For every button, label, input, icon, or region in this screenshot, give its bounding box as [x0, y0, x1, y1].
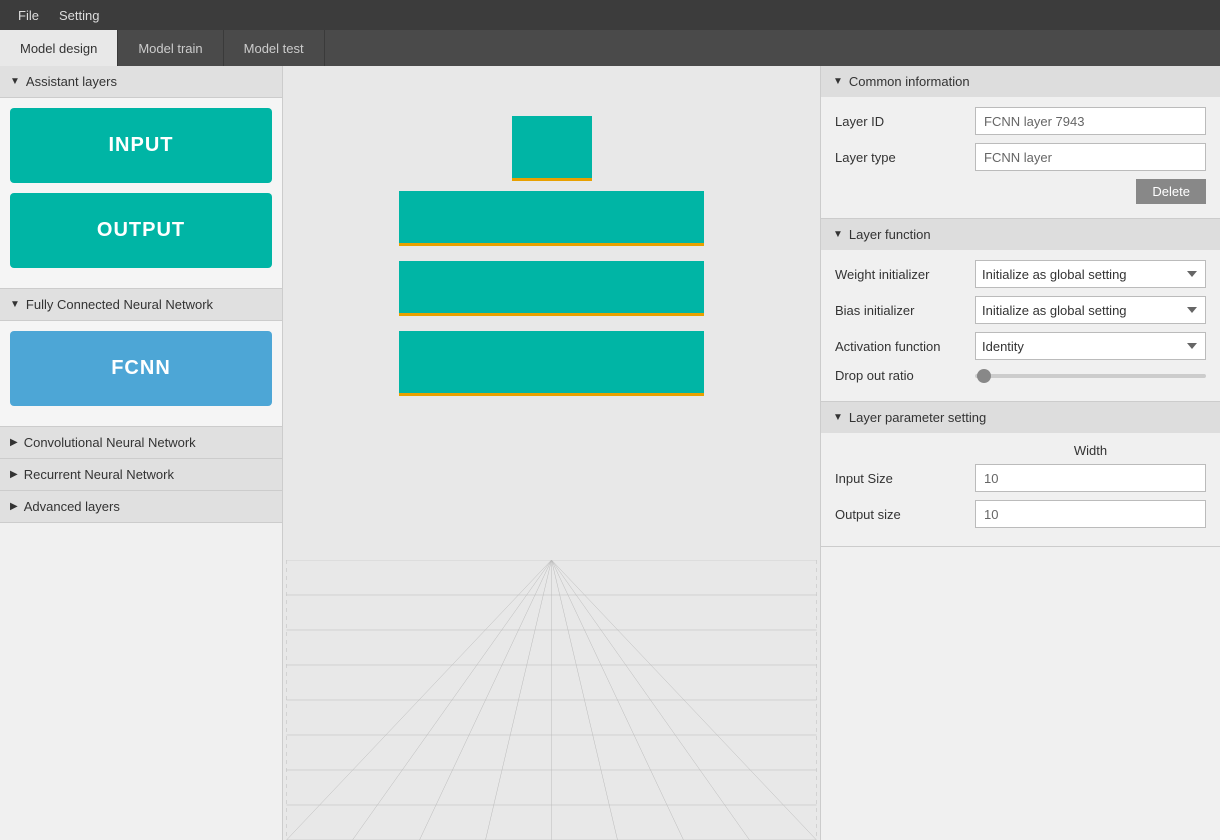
- input-size-label: Input Size: [835, 471, 975, 486]
- nn-medium-layer[interactable]: [399, 191, 704, 246]
- fcnn-section: ▼ Fully Connected Neural Network FCNN: [0, 289, 282, 427]
- common-info-content: Layer ID Layer type Delete: [821, 97, 1220, 218]
- assistant-layers-content: INPUT OUTPUT: [0, 98, 282, 288]
- assistant-layers-label: Assistant layers: [26, 74, 117, 89]
- activation-row: Activation function Identity: [835, 332, 1206, 360]
- fcnn-header[interactable]: ▼ Fully Connected Neural Network: [0, 289, 282, 321]
- dropout-label: Drop out ratio: [835, 368, 975, 383]
- advanced-arrow: ▶: [10, 501, 18, 512]
- layer-param-section: ▼ Layer parameter setting Width Input Si…: [821, 402, 1220, 547]
- layer-type-input[interactable]: [975, 143, 1206, 171]
- common-info-arrow: ▼: [833, 76, 843, 87]
- bias-init-label: Bias initializer: [835, 303, 975, 318]
- fcnn-layer-block[interactable]: FCNN: [10, 331, 272, 406]
- right-panel: ▼ Common information Layer ID Layer type…: [820, 66, 1220, 840]
- input-layer-block[interactable]: INPUT: [10, 108, 272, 183]
- layer-type-row: Layer type: [835, 143, 1206, 171]
- dropout-slider-thumb[interactable]: [977, 369, 991, 383]
- bias-init-select[interactable]: Initialize as global setting: [975, 296, 1206, 324]
- fcnn-content: FCNN: [0, 321, 282, 426]
- output-layer-block[interactable]: OUTPUT: [10, 193, 272, 268]
- assistant-layers-arrow: ▼: [10, 76, 20, 87]
- main-layout: ▼ Assistant layers INPUT OUTPUT ▼ Fully …: [0, 66, 1220, 840]
- advanced-label: Advanced layers: [24, 499, 120, 514]
- layer-param-label: Layer parameter setting: [849, 410, 986, 425]
- menu-bar: File Setting: [0, 0, 1220, 30]
- input-size-input[interactable]: [975, 464, 1206, 492]
- layer-function-label: Layer function: [849, 227, 931, 242]
- menu-setting[interactable]: Setting: [49, 4, 109, 27]
- common-info-header[interactable]: ▼ Common information: [821, 66, 1220, 97]
- delete-button[interactable]: Delete: [1136, 179, 1206, 204]
- layer-id-row: Layer ID: [835, 107, 1206, 135]
- cnn-arrow: ▶: [10, 437, 18, 448]
- cnn-label: Convolutional Neural Network: [24, 435, 196, 450]
- sidebar: ▼ Assistant layers INPUT OUTPUT ▼ Fully …: [0, 66, 283, 840]
- tab-model-train[interactable]: Model train: [118, 30, 223, 66]
- fcnn-arrow: ▼: [10, 299, 20, 310]
- layer-param-content: Width Input Size Output size: [821, 433, 1220, 546]
- layer-param-header[interactable]: ▼ Layer parameter setting: [821, 402, 1220, 433]
- layer-type-label: Layer type: [835, 150, 975, 165]
- nn-small-layer[interactable]: [512, 116, 592, 181]
- width-label: Width: [975, 443, 1206, 458]
- dropout-slider-track[interactable]: [975, 374, 1206, 378]
- fcnn-label: Fully Connected Neural Network: [26, 297, 213, 312]
- weight-init-row: Weight initializer Initialize as global …: [835, 260, 1206, 288]
- output-size-row: Output size: [835, 500, 1206, 528]
- assistant-layers-header[interactable]: ▼ Assistant layers: [0, 66, 282, 98]
- layer-function-arrow: ▼: [833, 229, 843, 240]
- rnn-section: ▶ Recurrent Neural Network: [0, 459, 282, 491]
- activation-select[interactable]: Identity: [975, 332, 1206, 360]
- nn-medium2-layer[interactable]: [399, 261, 704, 316]
- tab-model-test[interactable]: Model test: [224, 30, 325, 66]
- rnn-header[interactable]: ▶ Recurrent Neural Network: [0, 459, 282, 490]
- bias-init-row: Bias initializer Initialize as global se…: [835, 296, 1206, 324]
- menu-file[interactable]: File: [8, 4, 49, 27]
- weight-init-select[interactable]: Initialize as global setting: [975, 260, 1206, 288]
- nn-large-layer[interactable]: [399, 331, 704, 396]
- grid-canvas: [283, 560, 820, 840]
- layer-param-arrow: ▼: [833, 412, 843, 423]
- output-size-label: Output size: [835, 507, 975, 522]
- cnn-header[interactable]: ▶ Convolutional Neural Network: [0, 427, 282, 458]
- common-info-label: Common information: [849, 74, 970, 89]
- layer-id-input[interactable]: [975, 107, 1206, 135]
- tab-bar: Model design Model train Model test: [0, 30, 1220, 66]
- width-label-row: Width: [835, 443, 1206, 458]
- input-size-row: Input Size: [835, 464, 1206, 492]
- cnn-section: ▶ Convolutional Neural Network: [0, 427, 282, 459]
- layer-function-content: Weight initializer Initialize as global …: [821, 250, 1220, 401]
- advanced-header[interactable]: ▶ Advanced layers: [0, 491, 282, 522]
- output-size-input[interactable]: [975, 500, 1206, 528]
- grid-svg: [283, 560, 820, 840]
- advanced-section: ▶ Advanced layers: [0, 491, 282, 523]
- tab-model-design[interactable]: Model design: [0, 30, 118, 66]
- nn-layers-container: [283, 116, 820, 396]
- dropout-row: Drop out ratio: [835, 368, 1206, 383]
- common-info-section: ▼ Common information Layer ID Layer type…: [821, 66, 1220, 219]
- layer-function-header[interactable]: ▼ Layer function: [821, 219, 1220, 250]
- canvas-area[interactable]: [283, 66, 820, 840]
- layer-function-section: ▼ Layer function Weight initializer Init…: [821, 219, 1220, 402]
- rnn-arrow: ▶: [10, 469, 18, 480]
- layer-id-label: Layer ID: [835, 114, 975, 129]
- weight-init-label: Weight initializer: [835, 267, 975, 282]
- assistant-layers-section: ▼ Assistant layers INPUT OUTPUT: [0, 66, 282, 289]
- rnn-label: Recurrent Neural Network: [24, 467, 174, 482]
- activation-label: Activation function: [835, 339, 975, 354]
